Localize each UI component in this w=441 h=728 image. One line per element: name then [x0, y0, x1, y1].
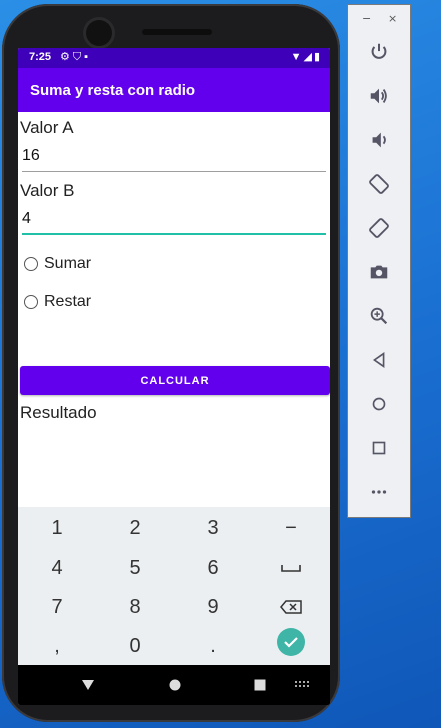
key-8[interactable]: 8: [96, 588, 174, 626]
radio-circle-icon: [24, 257, 38, 271]
gear-icon: ⚙: [60, 51, 73, 63]
status-time: 7:25: [29, 51, 52, 63]
volume-up-icon[interactable]: [366, 83, 392, 109]
minimize-button[interactable]: −: [362, 12, 371, 25]
nav-home-icon[interactable]: [165, 675, 185, 695]
key-6[interactable]: 6: [174, 549, 252, 587]
camera-icon[interactable]: [366, 259, 392, 285]
numeric-keyboard: 1 2 3 − 4 5 6 7 8 9 , 0 .: [18, 507, 330, 665]
key-comma[interactable]: ,: [18, 627, 96, 665]
space-icon: [281, 565, 301, 572]
home-icon[interactable]: [366, 391, 392, 417]
key-0[interactable]: 0: [96, 627, 174, 665]
navigation-bar: [18, 665, 330, 705]
key-3[interactable]: 3: [174, 509, 252, 547]
radio-restar-label: Restar: [44, 293, 92, 310]
rotate-left-icon[interactable]: [366, 171, 392, 197]
valor-a-input[interactable]: [20, 143, 326, 169]
back-icon[interactable]: [366, 347, 392, 373]
key-4[interactable]: 4: [18, 549, 96, 587]
check-icon: [277, 628, 305, 656]
phone-frame: 7:25 ⚙⛉▪ ▼◢▮ Suma y resta con radio Valo…: [2, 4, 340, 722]
key-period[interactable]: .: [174, 627, 252, 665]
zoom-icon[interactable]: [366, 303, 392, 329]
radio-circle-icon: [24, 295, 38, 309]
key-1[interactable]: 1: [18, 509, 96, 547]
result-label: Resultado: [20, 403, 97, 422]
overview-icon[interactable]: [366, 435, 392, 461]
nav-back-icon[interactable]: [78, 675, 98, 695]
shield-icon: ⛉: [72, 51, 85, 63]
app-bar: Suma y resta con radio: [18, 68, 330, 112]
more-icon[interactable]: [366, 479, 392, 505]
nav-keyboard-icon[interactable]: [292, 675, 312, 695]
power-icon[interactable]: [366, 39, 392, 65]
sd-card-icon: ▪: [84, 51, 92, 63]
main-content: Valor A Valor B Sumar Restar CALCULAR Re…: [18, 112, 330, 507]
earpiece-speaker: [142, 29, 212, 35]
radio-sumar[interactable]: Sumar: [24, 252, 91, 276]
status-left-icons: ⚙⛉▪: [60, 50, 91, 64]
valor-a-underline: [22, 171, 326, 172]
valor-b-label: Valor B: [20, 181, 75, 200]
key-space[interactable]: [252, 549, 330, 587]
key-7[interactable]: 7: [18, 588, 96, 626]
radio-restar[interactable]: Restar: [24, 290, 91, 314]
key-9[interactable]: 9: [174, 588, 252, 626]
wifi-icon: ▼: [290, 51, 304, 63]
front-camera: [86, 20, 112, 46]
status-bar: 7:25 ⚙⛉▪ ▼◢▮: [18, 48, 330, 68]
calcular-button[interactable]: CALCULAR: [20, 366, 330, 395]
key-enter[interactable]: [252, 623, 330, 661]
emulator-toolbar: − ×: [347, 4, 411, 518]
valor-a-label: Valor A: [20, 118, 74, 137]
key-minus[interactable]: −: [252, 509, 330, 547]
key-2[interactable]: 2: [96, 509, 174, 547]
status-right-icons: ▼◢▮: [291, 50, 322, 63]
key-5[interactable]: 5: [96, 549, 174, 587]
radio-sumar-label: Sumar: [44, 255, 92, 272]
app-title: Suma y resta con radio: [30, 82, 196, 99]
signal-icon: ◢: [303, 51, 314, 63]
battery-icon: ▮: [313, 51, 322, 63]
key-backspace[interactable]: [252, 588, 330, 626]
valor-b-input[interactable]: [20, 206, 326, 232]
nav-recents-icon[interactable]: [250, 675, 270, 695]
volume-down-icon[interactable]: [366, 127, 392, 153]
rotate-right-icon[interactable]: [366, 215, 392, 241]
close-button[interactable]: ×: [388, 12, 397, 25]
valor-b-underline: [22, 233, 326, 235]
phone-screen: 7:25 ⚙⛉▪ ▼◢▮ Suma y resta con radio Valo…: [18, 48, 330, 705]
backspace-icon: [280, 600, 302, 614]
